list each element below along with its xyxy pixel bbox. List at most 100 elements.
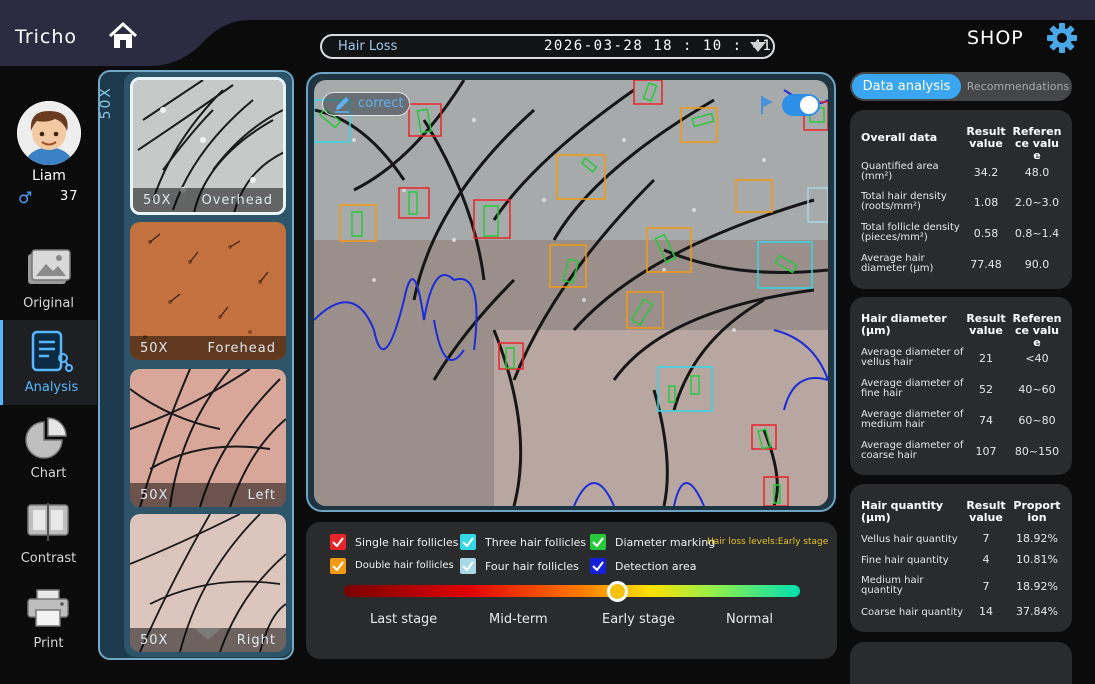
thumbnail-caption: 50X Left: [130, 483, 286, 507]
hair-loss-scale: [344, 585, 800, 597]
col-header: Reference value: [1012, 312, 1062, 349]
row-ref: 48.0: [1024, 166, 1050, 179]
row-ref: 2.0~3.0: [1014, 196, 1060, 209]
row-label: Average diameter of coarse hair: [861, 440, 964, 461]
magnification-label: 50X: [98, 86, 114, 120]
chevron-down-icon: [750, 42, 766, 52]
nav-contrast[interactable]: Contrast: [0, 491, 97, 576]
row-value: 74: [979, 414, 993, 427]
row-ref: 0.8~1.4: [1014, 227, 1060, 240]
card-title: Hair quantity (µm): [861, 499, 944, 524]
row-value: 14: [979, 605, 993, 618]
image-icon: [28, 249, 71, 284]
row-value: 7: [982, 580, 990, 593]
row-label: Average diameter of vellus hair: [861, 347, 964, 368]
row-value: 77.48: [970, 258, 1002, 271]
thumb-region: Left: [247, 488, 276, 503]
card-title: Hair diameter (µm): [861, 312, 947, 337]
row-ref: 10.81%: [1016, 553, 1058, 566]
thumbnail-right[interactable]: 50X Right: [130, 514, 286, 652]
row-ref: 60~80: [1018, 414, 1056, 427]
thumbnail-forehead[interactable]: 50X Forehead: [130, 222, 286, 360]
row-value: 34.2: [973, 166, 999, 179]
nav-label: Original: [23, 296, 74, 311]
thumb-region: Forehead: [207, 341, 276, 356]
row-label: Average diameter of medium hair: [861, 409, 964, 430]
stage-label: Early stage: [602, 612, 676, 627]
shop-link[interactable]: SHOP: [967, 27, 1024, 49]
correct-button[interactable]: correct: [322, 92, 410, 116]
thumbnail-overhead[interactable]: 50X Overhead: [130, 77, 286, 215]
hair-quantity-card: Hair quantity (µm) Result value Proporti…: [850, 484, 1072, 632]
nav-analysis[interactable]: Analysis: [0, 320, 97, 405]
toggle-knob: [800, 96, 818, 114]
thumb-mag: 50X: [140, 633, 169, 648]
scalp-analysis-image: [314, 80, 828, 506]
row-value: 21: [979, 352, 993, 365]
datetime-label: 2026-03-28 18 : 10 : 41: [544, 38, 773, 54]
row-ref: <40: [1025, 352, 1049, 365]
thumb-region: Overhead: [201, 193, 273, 208]
thumbnail-caption: 50X Right: [130, 628, 286, 652]
col-header: Result value: [966, 125, 1006, 150]
nav-chart[interactable]: Chart: [0, 406, 97, 491]
hair-follicle-card: [850, 642, 1072, 684]
legend-label: Double hair follicles: [355, 560, 454, 571]
row-value: 52: [979, 383, 993, 396]
row-value: 0.58: [973, 227, 999, 240]
row-label: Total follicle density (pieces/mm²): [861, 222, 960, 243]
user-age: 37: [60, 189, 79, 204]
legend-label: Four hair follicles: [485, 560, 579, 573]
mode-label: Hair Loss: [338, 39, 398, 54]
hair-loss-indicator: [607, 581, 629, 602]
row-value: 1.08: [973, 196, 999, 209]
nav-print[interactable]: Print: [0, 576, 97, 661]
col-header: Result value: [966, 312, 1006, 337]
correct-label: correct: [358, 96, 404, 111]
checkbox-checked-icon: [460, 534, 476, 550]
nav-label: Chart: [30, 466, 67, 481]
row-ref: 90.0: [1024, 258, 1050, 271]
pencil-icon: [335, 97, 349, 113]
user-avatar-icon: [17, 101, 81, 165]
col-header: Result value: [966, 499, 1006, 524]
row-label: Fine hair quantity: [861, 555, 949, 566]
col-header: Reference value: [1012, 125, 1062, 162]
thumbnail-left[interactable]: 50X Left: [130, 369, 286, 507]
row-ref: 18.92%: [1016, 580, 1058, 593]
tab-recommendations[interactable]: Recommendations: [966, 74, 1070, 99]
thumb-mag: 50X: [140, 341, 169, 356]
detection-toggle[interactable]: [782, 94, 820, 116]
nav-original[interactable]: Original: [0, 236, 97, 321]
row-label: Vellus hair quantity: [861, 534, 958, 545]
thumb-mag: 50X: [140, 488, 169, 503]
mode-datetime-dropdown[interactable]: Hair Loss 2026-03-28 18 : 10 : 41: [320, 34, 775, 59]
row-ref: 80~150: [1014, 445, 1060, 458]
legend-label: Diameter marking: [615, 536, 716, 549]
col-header: Proportion: [1013, 499, 1061, 524]
analysis-icon: [31, 330, 73, 372]
legend-label: Single hair follicles: [355, 536, 459, 549]
gear-icon[interactable]: [1046, 22, 1078, 54]
app-brand: Tricho: [15, 26, 78, 48]
row-ref: 40~60: [1018, 383, 1056, 396]
legend-label: Detection area: [615, 560, 697, 573]
nav-label: Analysis: [24, 380, 79, 395]
legend-label: Three hair follicles: [485, 536, 587, 549]
row-label: Average hair diameter (µm): [861, 253, 934, 274]
nav-label: Contrast: [20, 551, 77, 566]
home-icon[interactable]: [107, 22, 139, 50]
row-label: Coarse hair quantity: [861, 607, 964, 618]
tab-data-analysis[interactable]: Data analysis: [852, 74, 961, 99]
row-value: 7: [982, 532, 990, 545]
row-value: 107: [975, 445, 997, 458]
row-label: Medium hair quantity: [861, 575, 924, 596]
card-title: Overall data: [861, 131, 938, 144]
checkbox-checked-icon: [590, 558, 606, 574]
flag-icon: [761, 96, 773, 114]
stage-label: Normal: [726, 612, 774, 627]
pie-chart-icon: [25, 417, 67, 459]
thumb-mag: 50X: [143, 193, 172, 208]
avatar[interactable]: [17, 101, 81, 165]
dermoscopy-image[interactable]: [314, 80, 828, 506]
